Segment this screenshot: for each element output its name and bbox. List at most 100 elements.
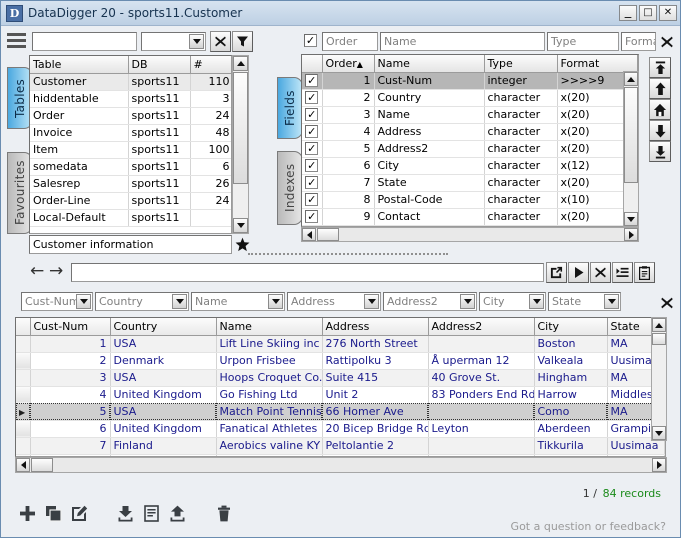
tables-col-db[interactable]: DB (128, 56, 191, 74)
cell-address2[interactable]: 40 Grove St. (428, 369, 535, 387)
field-checkbox-cell[interactable]: ✓ (302, 191, 323, 209)
import-button[interactable] (115, 503, 135, 523)
fields-filter-order[interactable]: Order (322, 32, 378, 51)
cell-city[interactable]: Como (534, 403, 608, 421)
cell-name[interactable]: Lift Line Skiing inc (216, 335, 323, 353)
table-row[interactable]: Invoice sports11 48 (30, 124, 231, 142)
funnel-filter-button[interactable] (232, 31, 253, 52)
cell-address[interactable]: Rattipolku 3 (322, 352, 429, 370)
filter-combo-city[interactable]: City (479, 292, 546, 311)
scroll-up-button[interactable] (652, 318, 666, 332)
table-row[interactable]: Item sports11 100 (30, 141, 231, 159)
cell-country[interactable]: United Kingdom (110, 420, 217, 438)
filter-row-clear-button[interactable] (658, 293, 676, 312)
records-col-city[interactable]: City (534, 318, 608, 336)
fields-filter-clear-button[interactable] (658, 32, 676, 51)
records-col-address2[interactable]: Address2 (428, 318, 535, 336)
move-up-button[interactable] (649, 78, 671, 99)
fields-grid[interactable]: Order▲ Name Type Format ✓ 1 Cust-Num intege… (301, 54, 639, 227)
cell-address2[interactable]: Å uperman 12 (428, 352, 535, 370)
clear-query-button[interactable] (590, 262, 611, 283)
move-home-button[interactable] (649, 99, 671, 120)
cell-country[interactable]: United Kingdom (110, 386, 217, 404)
fields-col-order[interactable]: Order▲ (322, 55, 375, 73)
cell-address[interactable]: Unit 2 (322, 386, 429, 404)
open-external-button[interactable] (546, 262, 567, 283)
fields-scroll-thumb[interactable] (624, 87, 638, 183)
database-combo[interactable] (141, 32, 206, 51)
records-grid[interactable]: Cust-Num Country Name Address Address2 C… (15, 317, 666, 457)
cell-cust-num[interactable]: 4 (30, 386, 111, 404)
fields-tab-fields[interactable]: Fields (277, 77, 303, 139)
chevron-down-icon[interactable] (604, 294, 619, 309)
chevron-down-icon[interactable] (76, 294, 91, 309)
cell-cust-num[interactable]: 1 (30, 335, 111, 353)
maximize-button[interactable]: □ (639, 5, 657, 21)
cell-address2[interactable] (428, 437, 535, 455)
field-checkbox-cell[interactable]: ✓ (302, 72, 323, 90)
field-checkbox[interactable]: ✓ (305, 125, 319, 139)
cell-address[interactable]: Peltolantie 2 (322, 437, 429, 455)
field-checkbox[interactable]: ✓ (305, 210, 319, 224)
row-selector[interactable] (16, 369, 31, 387)
filter-combo-cust-num[interactable]: Cust-Num (21, 292, 93, 311)
table-row[interactable]: Local-Default sports11 (30, 209, 231, 227)
field-row[interactable]: ✓ 3 Name character x(20) (302, 106, 638, 124)
records-col-address[interactable]: Address (322, 318, 429, 336)
table-filter-input[interactable] (32, 32, 137, 51)
records-scroll-thumb[interactable] (652, 333, 666, 345)
table-row[interactable]: Order sports11 24 (30, 107, 231, 125)
cell-country[interactable]: Denmark (110, 352, 217, 370)
scroll-right-button[interactable] (652, 458, 666, 472)
scroll-up-button[interactable] (624, 72, 638, 86)
field-checkbox-cell[interactable]: ✓ (302, 106, 323, 124)
menu-icon[interactable] (7, 33, 26, 48)
cell-cust-num[interactable]: 6 (30, 420, 111, 438)
table-row[interactable]: 6 United Kingdom Fanatical Athletes 20 Bice… (16, 420, 665, 438)
cell-address2[interactable]: Leyton (428, 420, 535, 438)
cell-name[interactable]: Fanatical Athletes (216, 420, 323, 438)
copy-record-button[interactable] (43, 503, 63, 523)
field-checkbox[interactable]: ✓ (305, 108, 319, 122)
cell-city[interactable]: Boston (534, 335, 608, 353)
chevron-down-icon[interactable] (268, 294, 283, 309)
indent-list-button[interactable] (612, 262, 633, 283)
cell-country[interactable]: USA (110, 335, 217, 353)
field-row[interactable]: ✓ 9 Contact character x(20) (302, 208, 638, 226)
field-row[interactable]: ✓ 2 Country character x(20) (302, 89, 638, 107)
fields-col-name[interactable]: Name (374, 55, 485, 73)
field-row[interactable]: ✓ 8 Postal-Code character x(10) (302, 191, 638, 209)
records-hscroll-thumb[interactable] (31, 458, 53, 472)
filter-combo-address[interactable]: Address (287, 292, 381, 311)
table-row[interactable]: Order-Line sports11 24 (30, 192, 231, 210)
tables-col-count[interactable]: # (190, 56, 231, 74)
edit-record-button[interactable] (69, 503, 89, 523)
fields-vscrollbar[interactable] (623, 71, 639, 227)
fields-check-all[interactable]: ✓ (304, 34, 317, 47)
clipboard-button[interactable] (634, 262, 655, 283)
table-row[interactable]: Customer sports11 110 (30, 73, 231, 91)
fields-filter-type[interactable]: Type (547, 32, 619, 51)
fields-hscrollbar[interactable] (301, 227, 639, 242)
cell-city[interactable]: Aberdeen (534, 420, 608, 438)
cell-city[interactable]: Tikkurila (534, 437, 608, 455)
panel-splitter[interactable] (248, 253, 448, 255)
field-row[interactable]: ✓ 6 City character x(12) (302, 157, 638, 175)
table-row[interactable]: 7 Finland Aerobics valine KY Peltolantie 2 T… (16, 437, 665, 455)
fields-col-type[interactable]: Type (484, 55, 558, 73)
cell-country[interactable]: Finland (110, 437, 217, 455)
records-vscrollbar[interactable] (651, 317, 667, 441)
cell-address[interactable]: 20 Bicep Bridge Rd (322, 420, 429, 438)
table-row[interactable]: 3 USA Hoops Croquet Co. Suite 415 40 Grove S… (16, 369, 665, 387)
field-checkbox[interactable]: ✓ (305, 91, 319, 105)
field-row[interactable]: ✓ 4 Address character x(20) (302, 123, 638, 141)
cell-name[interactable]: Urpon Frisbee (216, 352, 323, 370)
scroll-left-button[interactable] (16, 458, 30, 472)
nav-back-button[interactable]: ← (30, 263, 44, 280)
move-down-button[interactable] (649, 120, 671, 141)
table-row[interactable]: 4 United Kingdom Go Fishing Ltd Unit 2 83 Po… (16, 386, 665, 404)
field-checkbox-cell[interactable]: ✓ (302, 208, 323, 226)
field-checkbox-cell[interactable]: ✓ (302, 140, 323, 158)
minimize-button[interactable]: _ (619, 5, 637, 21)
cell-name[interactable]: Match Point Tennis (216, 403, 323, 421)
